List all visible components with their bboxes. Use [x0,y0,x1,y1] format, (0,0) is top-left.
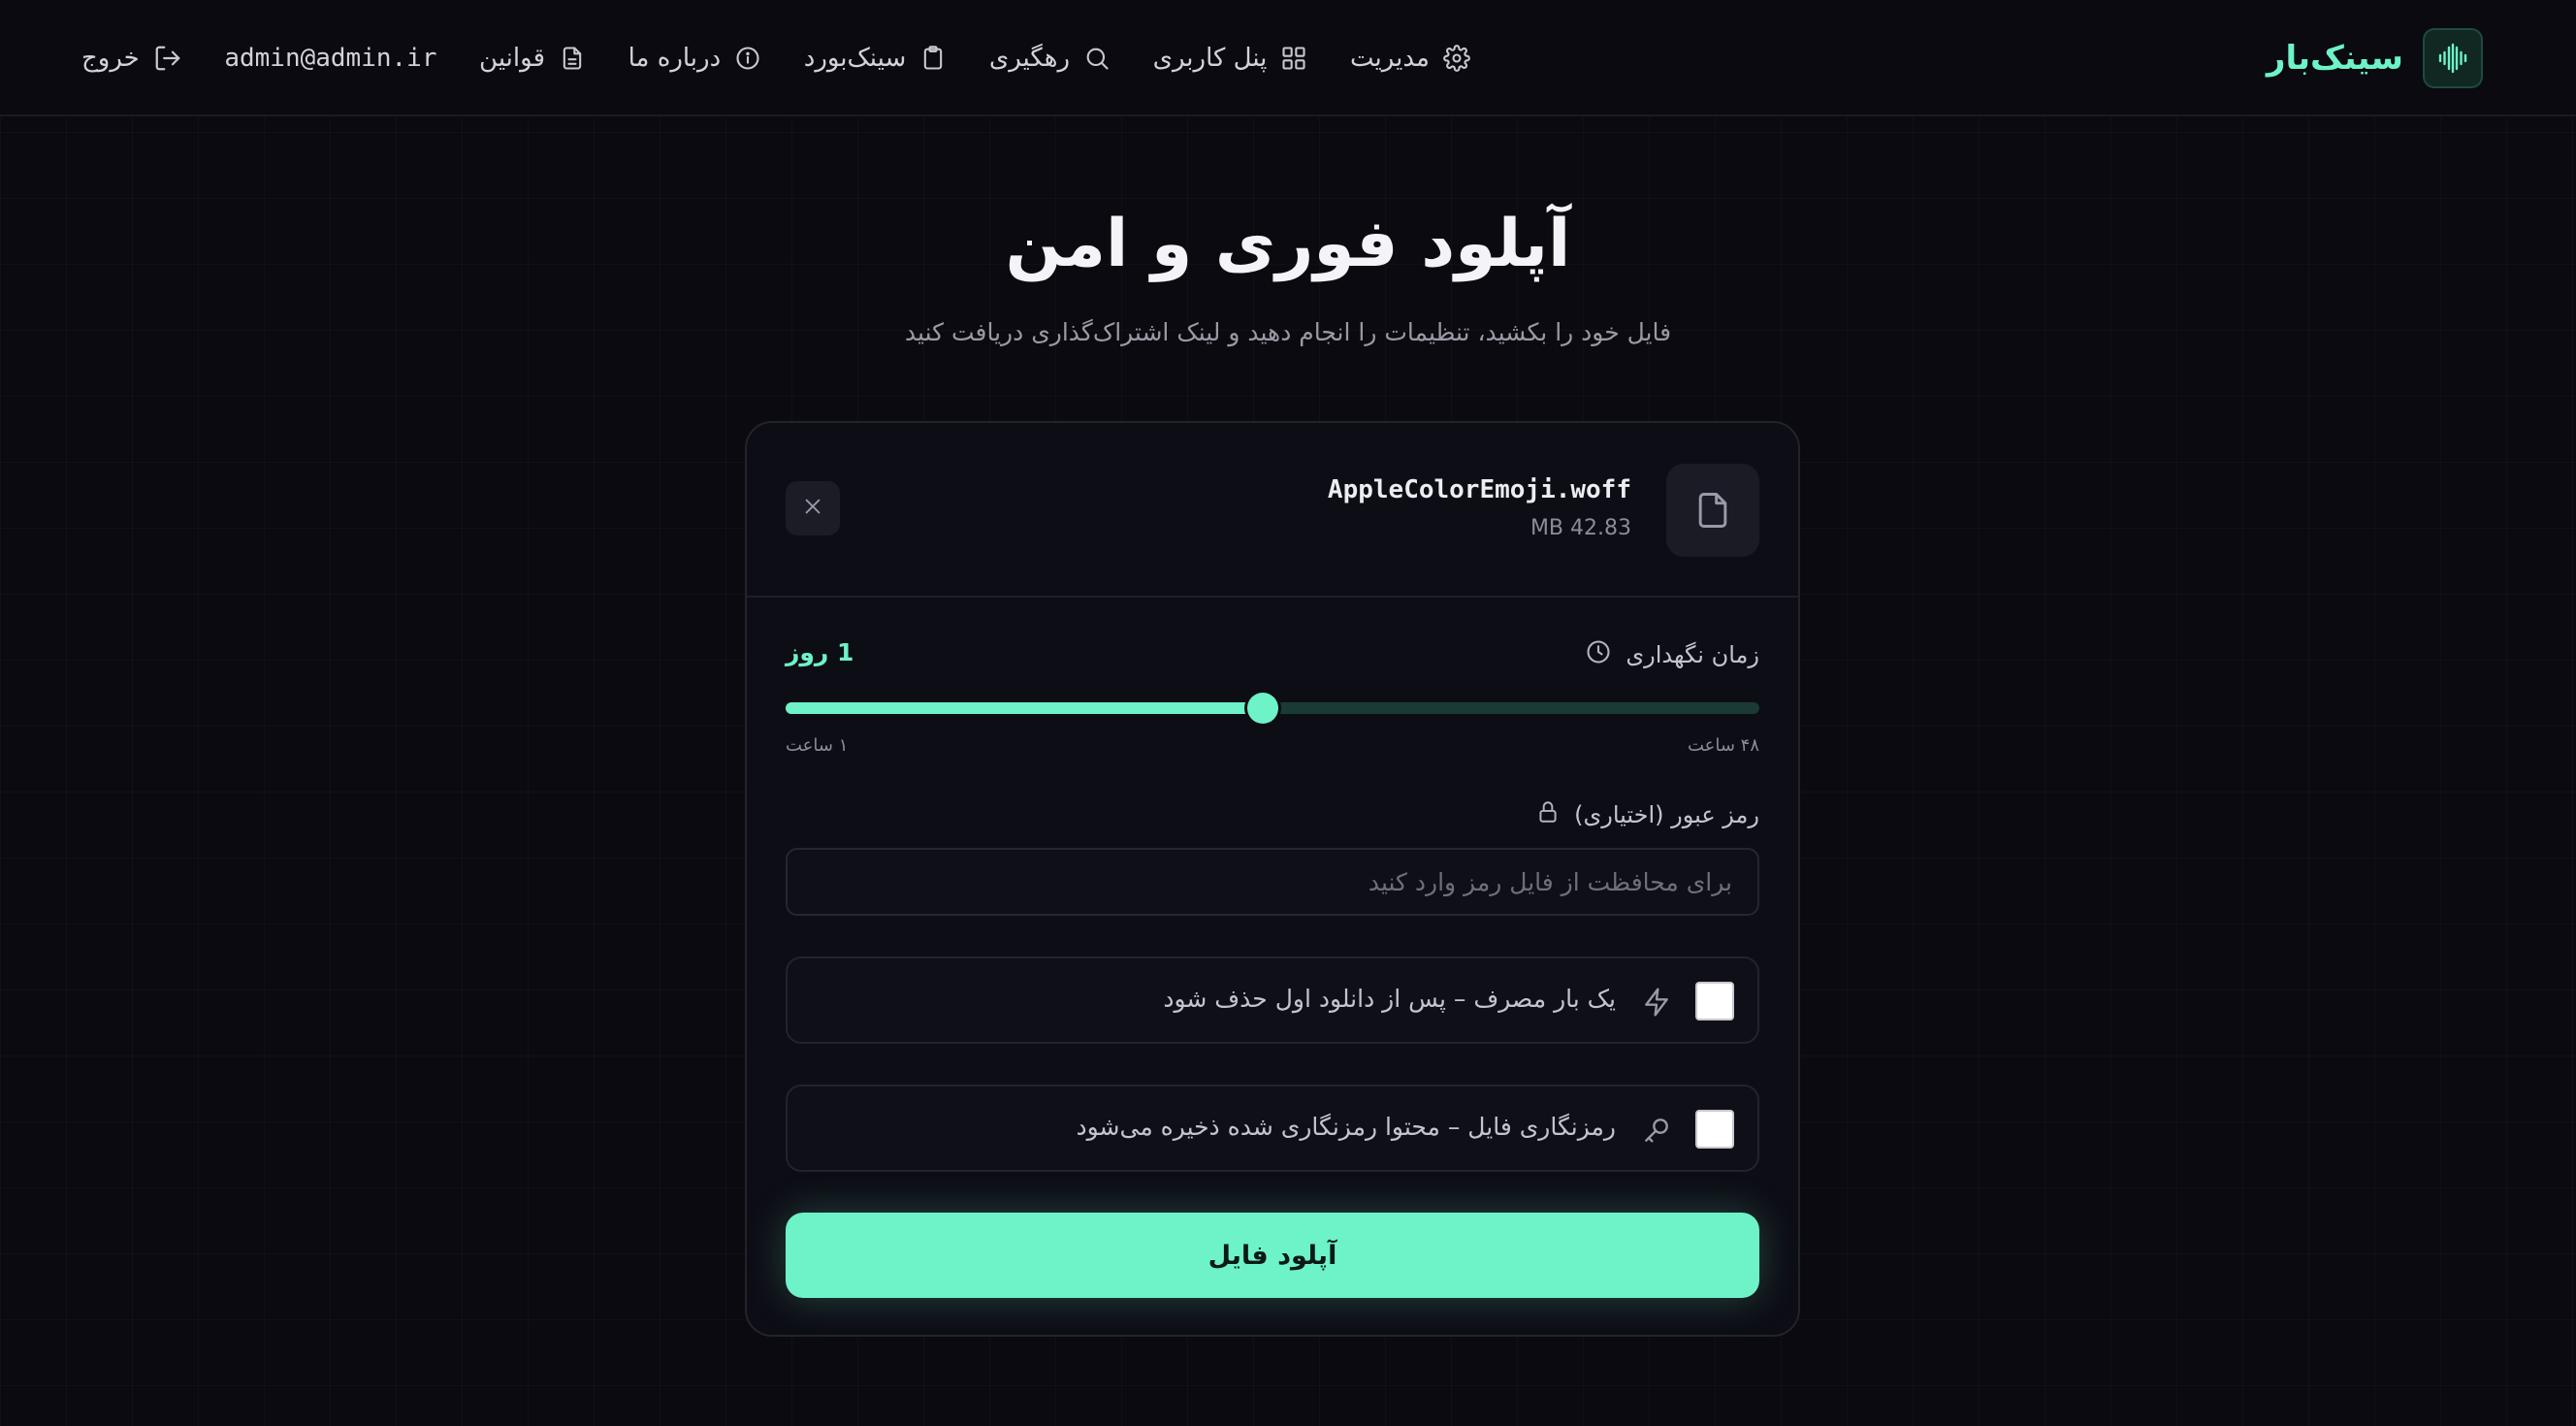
close-icon [802,496,823,521]
document-icon [559,45,586,72]
file-icon [1666,464,1759,557]
one-time-checkbox[interactable] [1695,982,1734,1021]
file-name: AppleColorEmoji.woff [1327,475,1631,504]
nav-item-user-panel[interactable]: پنل کاربری [1153,44,1308,73]
key-icon [1641,1115,1672,1150]
password-label-text: رمز عبور (اختیاری) [1574,801,1759,828]
retention-slider-fill [786,702,1263,714]
nav-label-tracking: رهگیری [988,44,1071,73]
info-icon [734,45,761,72]
top-navbar: سینک‌بار مدیریت [0,0,2576,116]
lock-icon [1535,799,1561,830]
one-time-label: یک بار مصرف – پس از دانلود اول حذف شود [1163,985,1616,1013]
remove-file-button[interactable] [786,481,840,535]
nav-item-rules[interactable]: قوانین [479,44,586,73]
nav-menu: مدیریت پنل کاربری [81,27,1470,89]
nav-label-rules: قوانین [479,44,546,73]
upload-card: AppleColorEmoji.woff 42.83 MB زمان نگهدا… [745,421,1800,1337]
search-icon [1083,45,1111,72]
user-email: admin@admin.ir [224,44,437,73]
upload-button[interactable]: آپلود فایل [786,1213,1759,1298]
logout-icon [153,44,182,73]
encrypt-label: رمزنگاری فایل – محتوا رمزنگاری شده ذخیره… [1076,1113,1617,1141]
nav-label-syncboard: سینک‌بورد [803,44,907,73]
selected-file: AppleColorEmoji.woff 42.83 MB [747,423,1798,598]
clock-icon [1585,638,1612,671]
retention-slider[interactable] [786,693,1759,724]
page-title: آپلود فوری و امن [1005,206,1571,282]
nav-item-about[interactable]: درباره ما [628,44,762,73]
retention-max-label: ۴۸ ساعت [1687,735,1759,756]
retention-slider-thumb[interactable] [1246,693,1278,724]
nav-label-user-panel: پنل کاربری [1152,44,1268,73]
brand-name: سینک‌بار [2266,39,2403,78]
encrypt-option[interactable]: رمزنگاری فایل – محتوا رمزنگاری شده ذخیره… [786,1085,1759,1172]
brand[interactable]: سینک‌بار [2267,27,2483,89]
retention-min-label: ۱ ساعت [786,735,849,756]
page: سینک‌بار مدیریت [0,0,2576,1426]
nav-user-email[interactable]: admin@admin.ir [224,44,436,73]
clipboard-icon [919,45,947,72]
nav-item-syncboard[interactable]: سینک‌بورد [804,44,948,73]
file-size: 42.83 MB [1530,516,1631,540]
nav-label-about: درباره ما [628,44,722,73]
nav-label-logout: خروج [81,44,140,73]
one-time-option[interactable]: یک بار مصرف – پس از دانلود اول حذف شود [786,956,1759,1044]
nav-item-tracking[interactable]: رهگیری [989,44,1111,73]
grid-icon [1280,45,1307,72]
encrypt-checkbox[interactable] [1695,1110,1734,1149]
retention-label-text: زمان نگهداری [1626,641,1759,668]
gear-icon [1443,45,1470,72]
retention-label: زمان نگهداری [1585,638,1759,671]
page-subtitle: فایل خود را بکشید، تنظیمات را انجام دهید… [904,318,1672,346]
nav-item-logout[interactable]: خروج [81,44,182,73]
nav-item-admin[interactable]: مدیریت [1350,44,1470,73]
audio-waveform-icon [2423,28,2483,88]
password-input[interactable] [786,848,1759,916]
nav-label-admin: مدیریت [1349,44,1430,73]
password-label: رمز عبور (اختیاری) [1535,799,1759,830]
lightning-icon [1641,987,1672,1021]
retention-value: 1 روز [786,638,854,666]
